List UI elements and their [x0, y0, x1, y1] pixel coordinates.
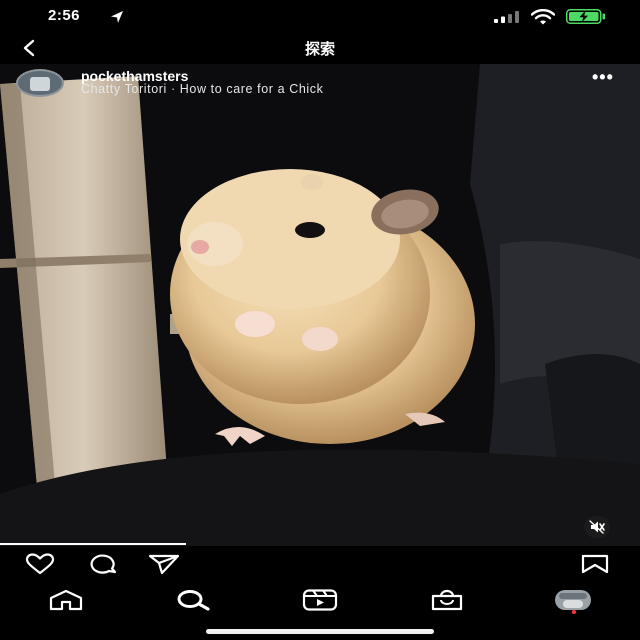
tab-search[interactable]	[173, 586, 213, 614]
tab-reels[interactable]	[300, 586, 340, 614]
comment-icon	[90, 554, 117, 574]
notification-dot	[572, 610, 576, 614]
tab-home[interactable]	[46, 586, 86, 614]
home-icon	[49, 589, 83, 611]
comment-button[interactable]	[83, 552, 121, 576]
location-arrow-icon	[111, 11, 123, 23]
post-header: pockethamsters Chatty Toritori · How to …	[0, 64, 640, 104]
share-icon	[148, 554, 180, 574]
status-time: 2:56	[48, 7, 81, 24]
status-bar: 2:56	[0, 0, 640, 32]
mute-icon	[589, 520, 605, 534]
heart-icon	[25, 553, 55, 575]
save-button[interactable]	[576, 552, 614, 576]
shop-icon	[431, 589, 463, 611]
nav-header: 探索	[0, 32, 640, 64]
poster-avatar[interactable]	[16, 69, 64, 97]
audio-track[interactable]: Chatty Toritori · How to care for a Chic…	[81, 82, 324, 96]
video-progress-fill	[0, 543, 186, 545]
bookmark-icon	[581, 554, 609, 574]
like-button[interactable]	[21, 552, 59, 576]
battery-charging-icon	[566, 9, 605, 24]
reels-icon	[302, 589, 338, 611]
cellular-signal-icon	[494, 11, 519, 23]
share-button[interactable]	[145, 552, 183, 576]
mute-button[interactable]	[584, 516, 610, 538]
wifi-icon	[531, 9, 555, 25]
video-player[interactable]: pockethamsters Chatty Toritori · How to …	[0, 64, 640, 546]
page-title: 探索	[304, 40, 335, 58]
profile-avatar	[555, 590, 591, 610]
home-indicator	[206, 629, 434, 634]
search-icon	[177, 590, 210, 611]
more-options-icon[interactable]: •••	[592, 68, 620, 88]
tab-shop[interactable]	[427, 586, 467, 614]
hamster-video-frame	[0, 64, 640, 546]
post-actions	[0, 546, 640, 580]
